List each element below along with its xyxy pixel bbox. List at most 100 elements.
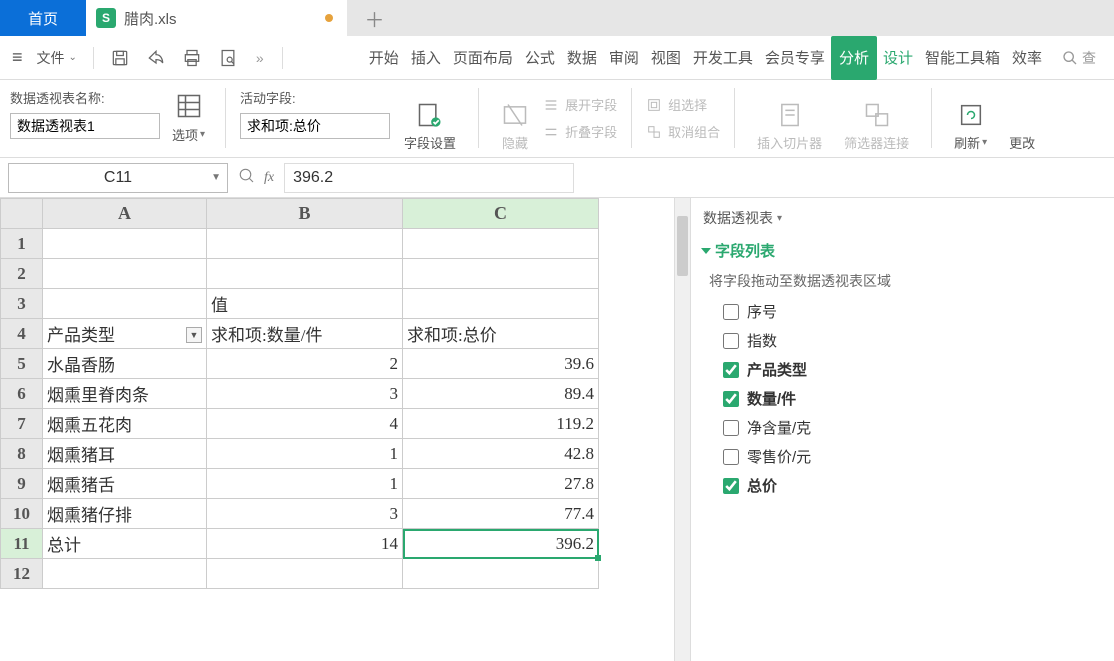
cell-B8[interactable]: 1 [207, 439, 403, 469]
ribbon-tab-review[interactable]: 审阅 [603, 36, 645, 80]
cell-C4[interactable]: 求和项:总价 [403, 319, 599, 349]
cell-A3[interactable] [43, 289, 207, 319]
cell-C6[interactable]: 89.4 [403, 379, 599, 409]
cell-A9[interactable]: 烟熏猪舌 [43, 469, 207, 499]
scrollbar-thumb[interactable] [677, 216, 688, 276]
cell-B12[interactable] [207, 559, 403, 589]
cell-C3[interactable] [403, 289, 599, 319]
field-item[interactable]: 指数 [723, 330, 1102, 351]
field-item[interactable]: 总价 [723, 475, 1102, 496]
column-header-B[interactable]: B [207, 199, 403, 229]
cell-A1[interactable] [43, 229, 207, 259]
cell-B1[interactable] [207, 229, 403, 259]
cell-A11[interactable]: 总计 [43, 529, 207, 559]
save-icon[interactable] [104, 48, 136, 68]
cell-A4[interactable]: 产品类型▼ [43, 319, 207, 349]
cell-B2[interactable] [207, 259, 403, 289]
options-button[interactable]: 选项▾ [166, 88, 211, 144]
cell-A6[interactable]: 烟熏里脊肉条 [43, 379, 207, 409]
cell-B6[interactable]: 3 [207, 379, 403, 409]
cell-A5[interactable]: 水晶香肠 [43, 349, 207, 379]
row-header-4[interactable]: 4 [1, 319, 43, 349]
print-icon[interactable] [176, 48, 208, 68]
refresh-button[interactable]: 刷新▾ [946, 88, 995, 152]
ribbon-tab-start[interactable]: 开始 [363, 36, 405, 80]
cell-B7[interactable]: 4 [207, 409, 403, 439]
panel-title[interactable]: 数据透视表 ▾ [703, 208, 1102, 228]
ribbon-tab-design[interactable]: 设计 [877, 36, 919, 80]
row-header-11[interactable]: 11 [1, 529, 43, 559]
cell-A2[interactable] [43, 259, 207, 289]
formula-input[interactable]: 396.2 [284, 163, 574, 193]
zoom-icon[interactable] [238, 167, 256, 188]
expand-field-button[interactable]: 展开字段 [543, 95, 617, 114]
name-box[interactable]: C11 ▼ [8, 163, 228, 193]
active-field-input[interactable] [240, 113, 390, 139]
chevron-down-icon[interactable]: ▼ [211, 172, 221, 183]
cell-C7[interactable]: 119.2 [403, 409, 599, 439]
cell-C8[interactable]: 42.8 [403, 439, 599, 469]
field-item[interactable]: 产品类型 [723, 359, 1102, 380]
field-list-header[interactable]: 字段列表 [703, 240, 1102, 261]
field-item[interactable]: 净含量/克 [723, 417, 1102, 438]
row-header-7[interactable]: 7 [1, 409, 43, 439]
insert-slicer-button[interactable]: 插入切片器 [749, 88, 830, 152]
row-header-12[interactable]: 12 [1, 559, 43, 589]
search-button[interactable]: 查 [1052, 48, 1106, 68]
vertical-scrollbar[interactable] [674, 198, 690, 661]
ribbon-tab-efficiency[interactable]: 效率 [1006, 36, 1048, 80]
fx-icon[interactable]: fx [264, 170, 274, 186]
collapse-field-button[interactable]: 折叠字段 [543, 122, 617, 141]
row-header-8[interactable]: 8 [1, 439, 43, 469]
select-all-corner[interactable] [1, 199, 43, 229]
ribbon-tab-view[interactable]: 视图 [645, 36, 687, 80]
ribbon-tab-insert[interactable]: 插入 [405, 36, 447, 80]
field-checkbox[interactable] [723, 304, 739, 320]
cell-C1[interactable] [403, 229, 599, 259]
file-menu[interactable]: 文件 ⌄ [31, 48, 83, 68]
print-preview-icon[interactable] [212, 48, 244, 68]
ribbon-tab-data[interactable]: 数据 [561, 36, 603, 80]
cell-B10[interactable]: 3 [207, 499, 403, 529]
more-icon[interactable]: » [248, 50, 272, 66]
field-item[interactable]: 序号 [723, 301, 1102, 322]
ribbon-tab-smart-toolbox[interactable]: 智能工具箱 [919, 36, 1006, 80]
row-header-2[interactable]: 2 [1, 259, 43, 289]
cell-C5[interactable]: 39.6 [403, 349, 599, 379]
cell-B4[interactable]: 求和项:数量/件 [207, 319, 403, 349]
field-checkbox[interactable] [723, 478, 739, 494]
cell-B5[interactable]: 2 [207, 349, 403, 379]
row-header-1[interactable]: 1 [1, 229, 43, 259]
field-checkbox[interactable] [723, 391, 739, 407]
cell-C10[interactable]: 77.4 [403, 499, 599, 529]
tab-home[interactable]: 首页 [0, 0, 86, 36]
row-header-10[interactable]: 10 [1, 499, 43, 529]
field-item[interactable]: 数量/件 [723, 388, 1102, 409]
hamburger-icon[interactable]: ≡ [8, 47, 27, 68]
row-header-6[interactable]: 6 [1, 379, 43, 409]
field-checkbox[interactable] [723, 362, 739, 378]
cell-B9[interactable]: 1 [207, 469, 403, 499]
row-header-5[interactable]: 5 [1, 349, 43, 379]
pivot-name-input[interactable] [10, 113, 160, 139]
ribbon-tab-dev[interactable]: 开发工具 [687, 36, 759, 80]
cell-C11[interactable]: 396.2 [403, 529, 599, 559]
cell-C12[interactable] [403, 559, 599, 589]
filter-connection-button[interactable]: 筛选器连接 [836, 88, 917, 152]
row-header-9[interactable]: 9 [1, 469, 43, 499]
field-checkbox[interactable] [723, 449, 739, 465]
change-button[interactable]: 更改 [1001, 88, 1035, 152]
row-header-3[interactable]: 3 [1, 289, 43, 319]
group-select-button[interactable]: 组选择 [646, 95, 720, 114]
new-tab-button[interactable]: ＋ [347, 0, 403, 36]
field-checkbox[interactable] [723, 420, 739, 436]
cell-B3[interactable]: 值 [207, 289, 403, 319]
cell-A12[interactable] [43, 559, 207, 589]
field-item[interactable]: 零售价/元 [723, 446, 1102, 467]
cell-A10[interactable]: 烟熏猪仔排 [43, 499, 207, 529]
ribbon-tab-formula[interactable]: 公式 [519, 36, 561, 80]
share-icon[interactable] [140, 48, 172, 68]
cell-B11[interactable]: 14 [207, 529, 403, 559]
ribbon-tab-analyze[interactable]: 分析 [831, 36, 877, 80]
column-header-C[interactable]: C [403, 199, 599, 229]
